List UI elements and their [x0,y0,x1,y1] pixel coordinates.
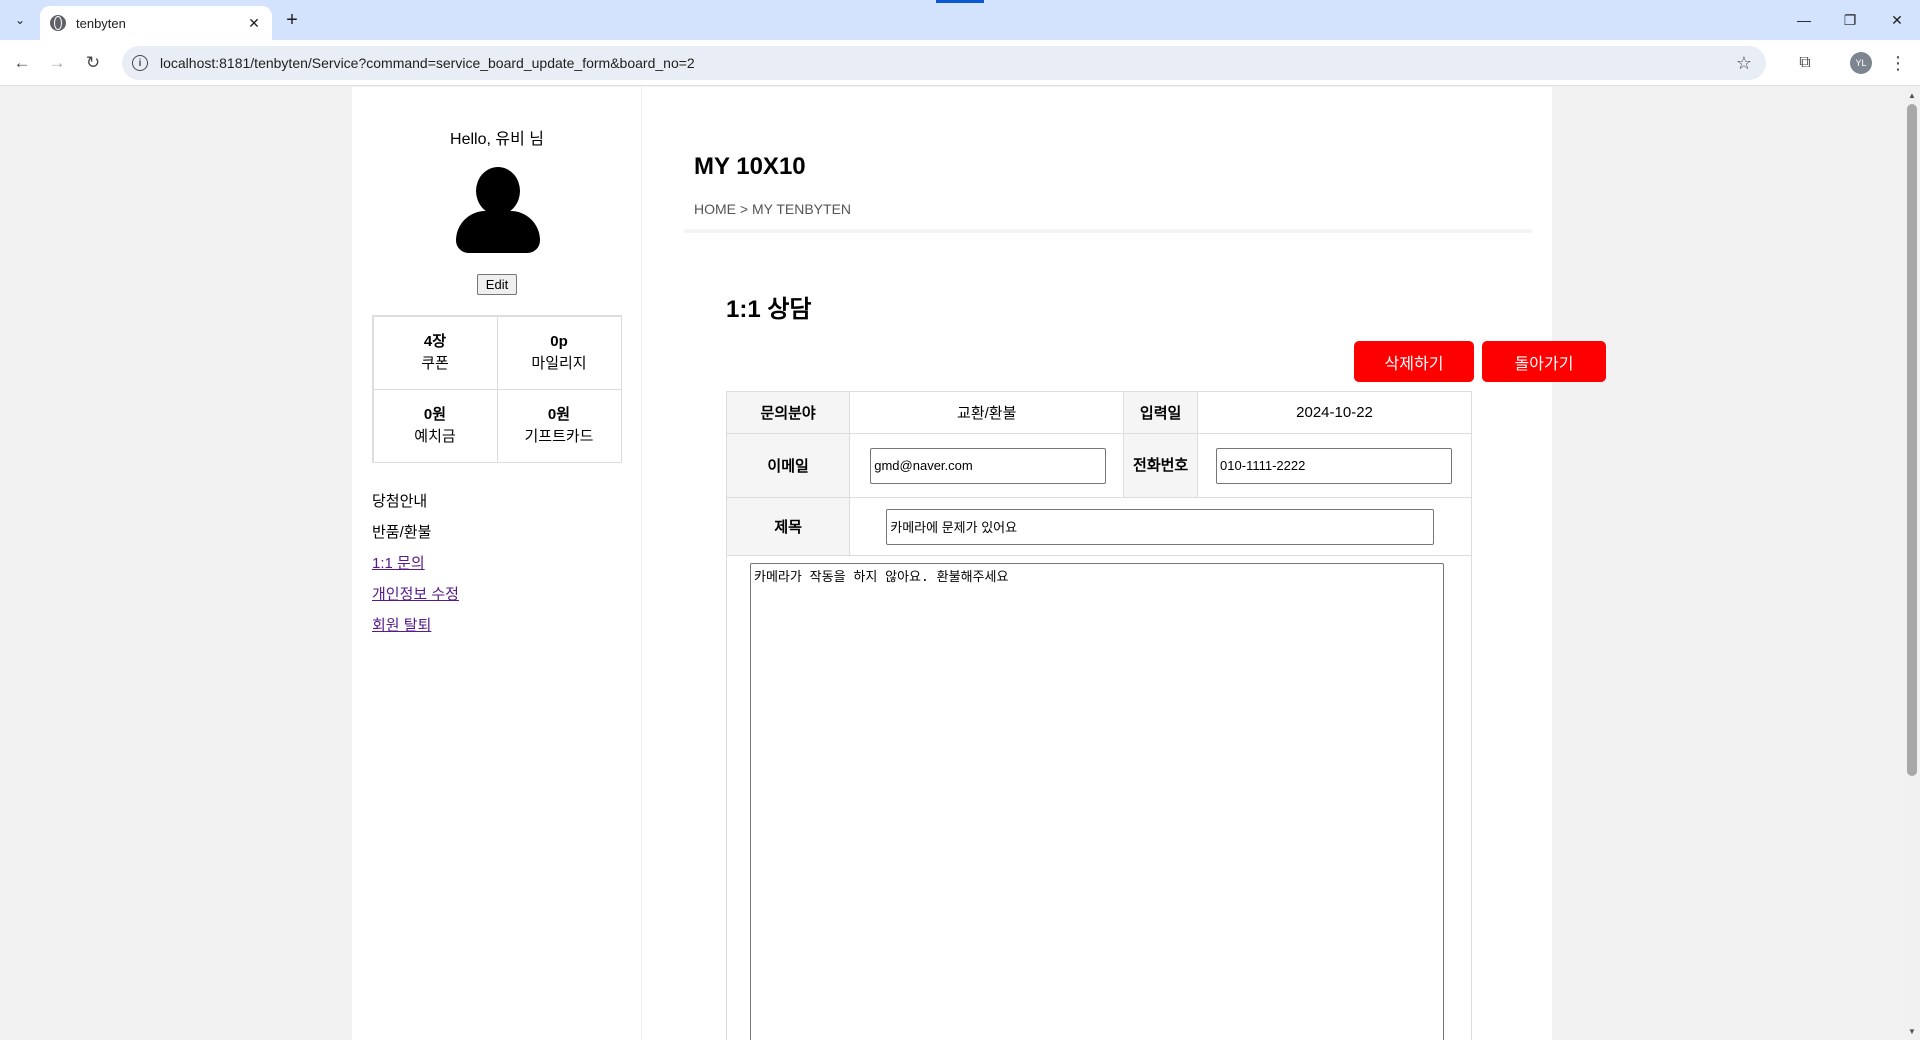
scrollbar-thumb[interactable] [1907,104,1917,776]
page-title: MY 10X10 [694,153,806,180]
stat-value: 4장 [423,332,447,350]
profile-avatar[interactable]: YL [1850,52,1872,74]
stat-deposit[interactable]: 0원 예치금 [372,388,498,463]
restore-icon[interactable]: ❐ [1827,0,1873,40]
phone-field[interactable]: 010-1111-2222 [1216,447,1453,484]
form-row-subject: 제목 카메라에 문제가 있어요 [725,497,1472,556]
stat-value: 0원 [547,405,571,423]
stat-label: 기프트카드 [524,427,594,445]
mypage-sidebar: Hello, 유비 님 Edit 4장 쿠폰 0p 마일리지 0원 예치금 0원… [352,87,642,1040]
new-tab-plus-icon[interactable]: + [280,8,304,32]
subject-label: 제목 [725,497,851,556]
window-close-icon[interactable]: ✕ [1874,0,1920,40]
user-stats-grid: 4장 쿠폰 0p 마일리지 0원 예치금 0원 기프트카드 [372,315,622,463]
reload-icon[interactable]: ↻ [79,49,107,77]
browser-menu-dots-icon[interactable]: ⋮ [1888,52,1908,74]
back-button[interactable]: 돌아가기 [1482,341,1606,382]
user-avatar-icon [456,167,540,253]
globe-icon [50,15,66,31]
browser-toolbar: ← → ↻ i localhost:8181/tenbyten/Service?… [0,40,1920,86]
breadcrumb: HOME > MY TENBYTEN [694,201,852,217]
email-cell: gmd@naver.com [849,433,1125,498]
scroll-down-arrow-icon[interactable]: ▼ [1908,1027,1916,1036]
sidebar-item-winning-notice[interactable]: 당첨안내 [372,491,459,522]
tab-list-chevron-icon[interactable]: ⌄ [8,8,32,32]
minimize-icon[interactable]: — [1781,0,1827,40]
edit-profile-button[interactable]: Edit [477,274,517,295]
stat-coupon[interactable]: 4장 쿠폰 [372,315,498,390]
stat-label: 마일리지 [531,354,587,372]
avatar-head-shape [476,167,520,215]
avatar-body-shape [456,211,540,253]
category-label: 문의분야 [725,391,851,434]
header-divider [684,229,1532,233]
date-value: 2024-10-22 [1197,391,1472,434]
email-label: 이메일 [725,433,851,498]
close-tab-icon[interactable]: ✕ [244,13,264,33]
back-arrow-icon[interactable]: ← [8,49,36,77]
form-row-category: 문의분야 교환/환불 입력일 2024-10-22 [725,391,1472,434]
extensions-puzzle-icon[interactable]: ⧉ [1794,52,1816,74]
section-title: 1:1 상담 [726,296,812,323]
stat-giftcard[interactable]: 0원 기프트카드 [496,388,622,463]
browser-tab[interactable]: tenbyten ✕ [40,6,272,40]
sidebar-item-inquiry[interactable]: 1:1 문의 [372,553,459,584]
forward-arrow-icon[interactable]: → [43,49,71,77]
form-row-contact: 이메일 gmd@naver.com 전화번호 010-1111-2222 [725,433,1472,498]
stat-label: 예치금 [414,427,456,445]
tab-strip-accent [936,0,984,3]
category-value: 교환/환불 [849,391,1125,434]
phone-cell: 010-1111-2222 [1197,433,1472,498]
stat-label: 쿠폰 [421,354,449,372]
bookmark-star-icon[interactable]: ☆ [1736,53,1752,74]
main-content: MY 10X10 HOME > MY TENBYTEN 1:1 상담 삭제하기 … [642,87,1606,1040]
sidebar-item-withdraw[interactable]: 회원 탈퇴 [372,615,459,646]
sidebar-item-edit-profile[interactable]: 개인정보 수정 [372,584,459,615]
site-info-icon[interactable]: i [132,55,148,71]
sidebar-item-return-refund[interactable]: 반품/환불 [372,522,459,553]
phone-label: 전화번호 [1123,433,1199,498]
greeting-text: Hello, 유비 님 [450,131,544,148]
subject-cell: 카메라에 문제가 있어요 [849,497,1472,556]
stat-value: 0p [550,332,568,350]
tab-title: tenbyten [76,15,126,31]
page-viewport: Hello, 유비 님 Edit 4장 쿠폰 0p 마일리지 0원 예치금 0원… [0,87,1904,1040]
browser-tab-bar: ⌄ tenbyten ✕ + — ❐ ✕ [0,0,1920,40]
date-label: 입력일 [1123,391,1199,434]
url-text[interactable]: localhost:8181/tenbyten/Service?command=… [160,55,1736,71]
sidebar-menu: 당첨안내 반품/환불 1:1 문의 개인정보 수정 회원 탈퇴 [372,491,459,646]
address-bar[interactable]: i localhost:8181/tenbyten/Service?comman… [122,46,1766,80]
stat-mileage[interactable]: 0p 마일리지 [496,315,622,390]
scroll-up-arrow-icon[interactable]: ▲ [1908,91,1916,100]
content-textarea[interactable]: 카메라가 작동을 하지 않아요. 환불해주세요 [750,563,1444,1040]
inquiry-form-table: 문의분야 교환/환불 입력일 2024-10-22 이메일 gmd@naver.… [725,391,1472,556]
subject-field[interactable]: 카메라에 문제가 있어요 [886,508,1435,545]
stat-value: 0원 [423,405,447,423]
page-scrollbar[interactable]: ▲ ▼ [1904,87,1920,1040]
page-container: Hello, 유비 님 Edit 4장 쿠폰 0p 마일리지 0원 예치금 0원… [352,87,1606,1040]
delete-button[interactable]: 삭제하기 [1354,341,1474,382]
email-field[interactable]: gmd@naver.com [870,447,1107,484]
